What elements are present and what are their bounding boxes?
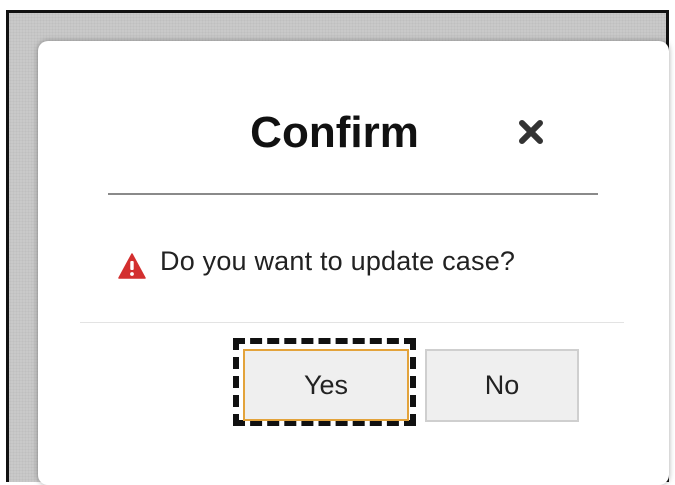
- message-row: Do you want to update case?: [118, 241, 515, 281]
- header-divider: [108, 193, 598, 195]
- no-button[interactable]: No: [425, 349, 579, 422]
- footer-divider: [80, 322, 624, 323]
- warning-icon: [118, 253, 146, 279]
- dialog-message: Do you want to update case?: [160, 245, 516, 276]
- close-icon[interactable]: [516, 117, 546, 147]
- confirm-dialog: Confirm Do you want to update case? Yes …: [38, 41, 669, 485]
- yes-button[interactable]: Yes: [243, 349, 409, 421]
- dialog-overlay: Confirm Do you want to update case? Yes …: [6, 10, 669, 485]
